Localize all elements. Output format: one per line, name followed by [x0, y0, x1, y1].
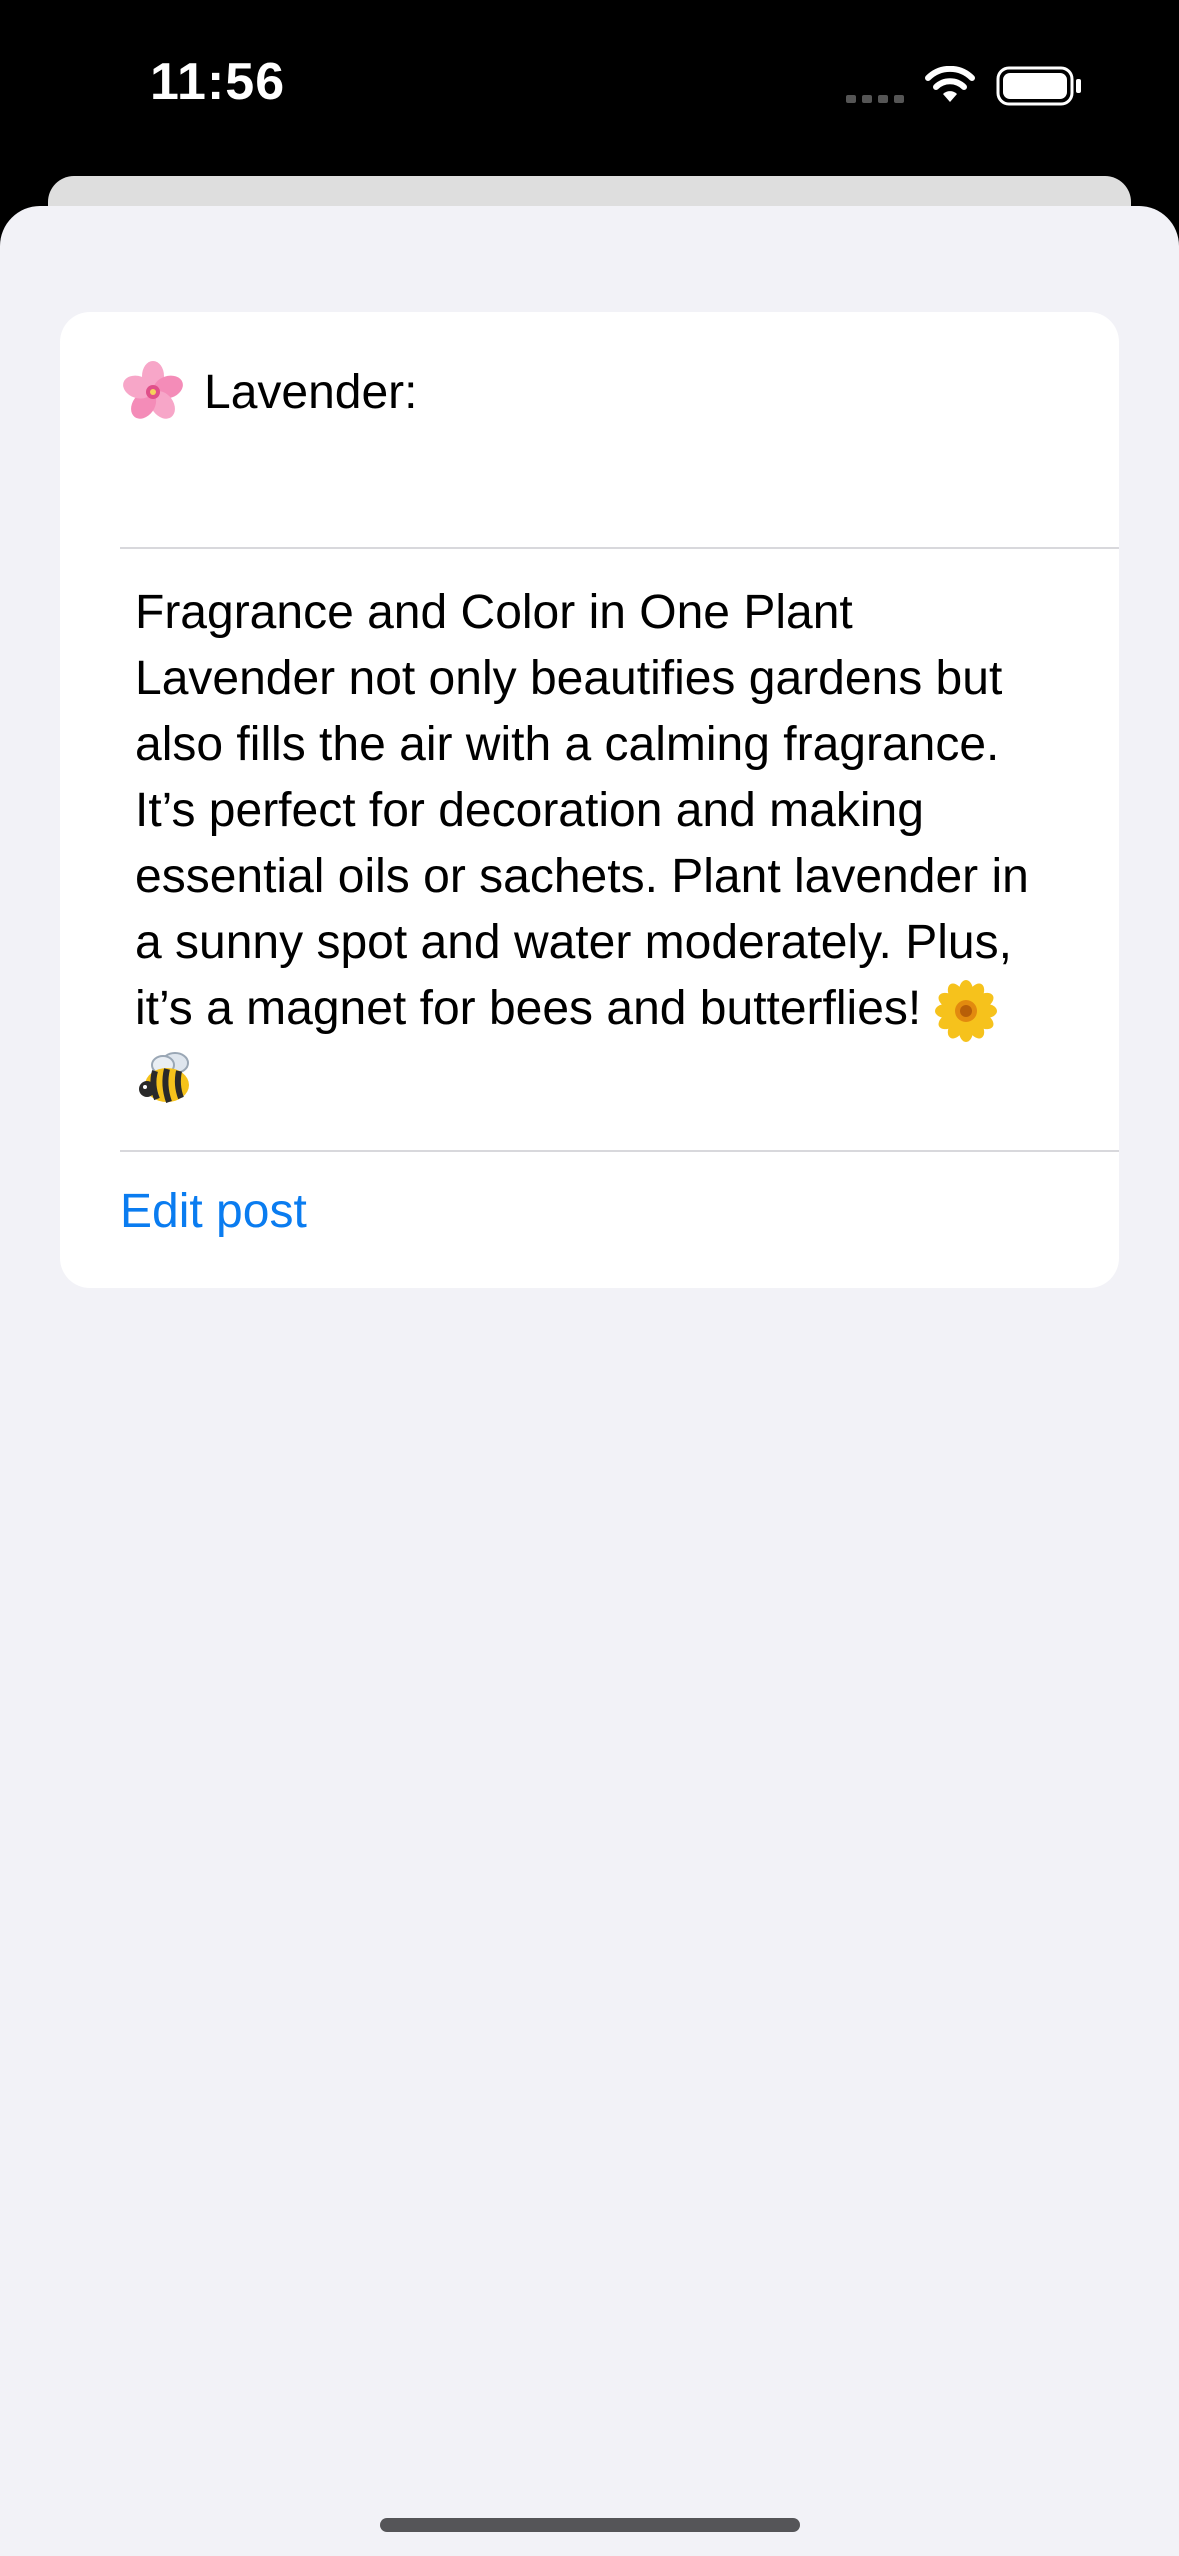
- sunflower-icon: [934, 980, 997, 1043]
- footer-divider: [120, 1150, 1119, 1152]
- post-body-container: Fragrance and Color in One Plant Lavende…: [135, 580, 1065, 1111]
- post-body-text: Fragrance and Color in One Plant Lavende…: [135, 586, 1029, 1035]
- status-bar: 11:56: [0, 0, 1179, 175]
- home-indicator[interactable]: [380, 2518, 800, 2532]
- post-header: Lavender:: [120, 342, 418, 442]
- battery-icon: [996, 66, 1081, 106]
- post-title: Lavender:: [204, 365, 418, 419]
- phone-screen: 11:56 Lavender: Fragrance and Color in O…: [0, 0, 1179, 2556]
- bee-icon: [139, 1051, 189, 1103]
- status-time: 11:56: [150, 53, 286, 111]
- cherry-blossom-icon: [123, 361, 183, 419]
- post-card: Lavender: Fragrance and Color in One Pla…: [60, 312, 1119, 1288]
- wifi-icon: [925, 66, 975, 102]
- modal-sheet: Lavender: Fragrance and Color in One Pla…: [0, 206, 1179, 2556]
- header-divider: [120, 547, 1119, 549]
- edit-post-button[interactable]: Edit post: [120, 1184, 307, 1239]
- cellular-signal-icon: [846, 95, 904, 103]
